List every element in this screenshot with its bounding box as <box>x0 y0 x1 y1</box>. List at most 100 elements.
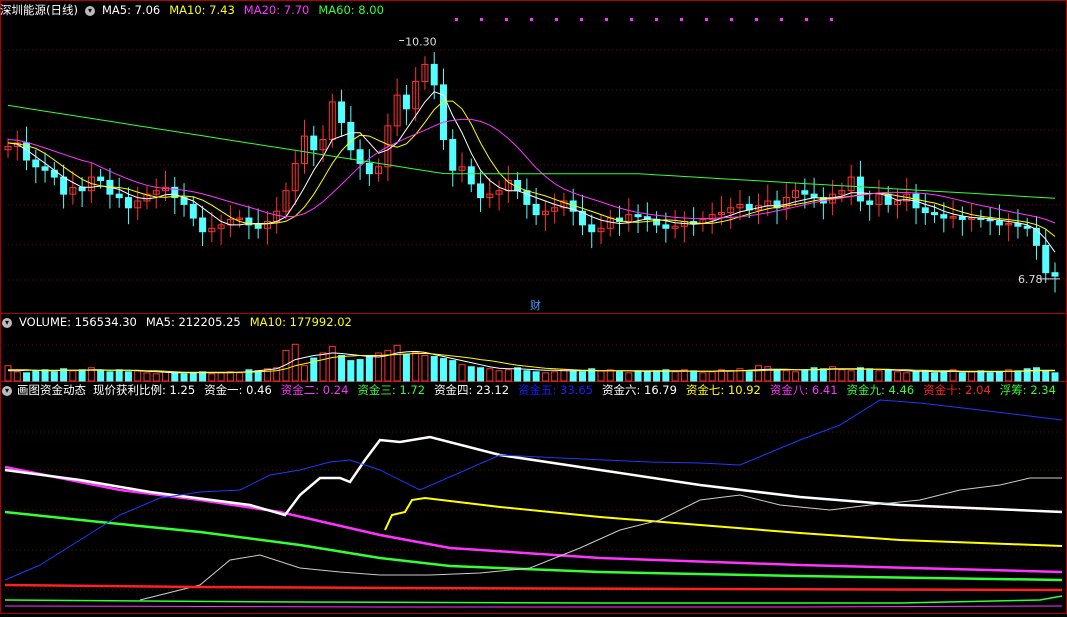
volume-bar <box>69 370 77 382</box>
volume-bar <box>792 371 800 382</box>
candle <box>810 193 818 199</box>
volume-bar <box>838 369 846 382</box>
chevron-down-icon[interactable]: ▾ <box>2 317 12 328</box>
volume-bar <box>1014 370 1022 382</box>
candle <box>1051 272 1059 277</box>
candle <box>1042 244 1050 274</box>
volume-bar <box>162 371 170 382</box>
candle <box>588 224 596 233</box>
volume-bar <box>356 359 364 382</box>
volume-bar <box>847 370 855 382</box>
volume-bar <box>931 372 939 382</box>
price-indicator-2: MA20: 7.70 <box>243 3 310 17</box>
fund-header: ▾ 画图资金动态 现价获利比例: 1.25 资金一: 0.46 资金二: 0.24 资金三… <box>0 382 1067 398</box>
fund-indicator-1: 资金一: 0.46 <box>204 383 272 397</box>
volume-bar <box>143 372 151 382</box>
candle <box>866 200 874 205</box>
fund-line-yellow <box>384 496 1063 547</box>
signal-dot <box>605 18 608 21</box>
fund-indicator-6: 资金六: 16.79 <box>601 383 677 397</box>
volume-bar <box>977 370 985 382</box>
volume-bar <box>430 356 438 382</box>
volume-bar <box>903 372 911 382</box>
fund-indicator-5: 资金五: 33.65 <box>518 383 593 397</box>
signal-dot <box>755 18 758 21</box>
chart-canvas: 10.30 6.78 财 <box>0 0 1067 614</box>
volume-bar <box>893 371 901 382</box>
candle <box>662 224 670 229</box>
volume-bar <box>23 372 31 382</box>
volume-bar <box>912 371 920 382</box>
volume-bar <box>171 372 179 382</box>
volume-bar <box>597 370 605 382</box>
fund-indicator-3: 资金三: 1.72 <box>357 383 426 397</box>
signal-dot <box>655 18 658 21</box>
volume-bar <box>124 371 132 382</box>
volume-bar <box>541 372 549 382</box>
candle <box>1014 223 1022 227</box>
chevron-down-icon[interactable]: ▾ <box>84 5 95 16</box>
volume-bar <box>32 370 40 382</box>
volume-bar <box>13 371 21 382</box>
candle <box>940 214 948 219</box>
volume-bar <box>291 343 299 382</box>
volume-bar <box>477 367 485 382</box>
volume-indicator-1: MA5: 212205.25 <box>145 315 241 329</box>
fund-indicator-4: 资金四: 23.12 <box>434 383 510 397</box>
volume-bar <box>106 371 114 382</box>
volume-bar <box>616 371 624 382</box>
candle <box>477 183 485 199</box>
volume-bar <box>560 369 568 382</box>
volume-indicator-0: VOLUME: 156534.30 <box>19 315 137 329</box>
candle <box>449 139 457 171</box>
volume-bar <box>1032 367 1040 382</box>
candle <box>1032 227 1040 246</box>
volume-bar <box>208 373 216 382</box>
volume-bar <box>653 370 661 382</box>
volume-indicator-2: MA10: 177992.02 <box>249 315 352 329</box>
fund-indicator-0: 现价获利比例: 1.25 <box>93 383 196 397</box>
volume-bar <box>495 370 503 382</box>
low-price-label: 6.78 <box>1018 273 1043 286</box>
candle <box>856 176 864 202</box>
volume-bar <box>41 369 49 382</box>
volume-bar <box>263 368 271 382</box>
candle <box>356 149 364 164</box>
candle <box>986 218 994 222</box>
signal-dot <box>555 18 558 21</box>
volume-bar <box>458 364 466 382</box>
volume-bar <box>338 355 346 382</box>
candle <box>97 176 105 181</box>
signal-dot <box>805 18 808 21</box>
volume-bar <box>486 368 494 382</box>
volume-bar <box>884 369 892 382</box>
price-indicator-1: MA10: 7.43 <box>169 3 235 17</box>
fund-indicator-10: 资金十: 2.04 <box>923 383 991 397</box>
volume-bar <box>180 373 188 382</box>
candle <box>338 101 346 123</box>
volume-bar <box>50 371 58 382</box>
signal-dot <box>780 18 783 21</box>
candle <box>1023 225 1031 229</box>
volume-bar <box>347 360 355 382</box>
signal-dot <box>505 18 508 21</box>
volume-bar <box>236 372 244 382</box>
price-header: 深圳能源(日线) ▾ MA5: 7.06 MA10: 7.43 MA20: 7.70 MA… <box>0 2 396 18</box>
volume-bar <box>152 373 160 382</box>
fund-indicator-2: 资金二: 0.24 <box>280 383 349 397</box>
candle <box>467 166 475 185</box>
volume-bar <box>365 356 373 382</box>
volume-bar <box>578 371 586 382</box>
volume-bar <box>4 365 12 382</box>
fund-indicator-9: 资金九: 4.46 <box>846 383 915 397</box>
indicator-title: 画图资金动态 <box>17 383 86 397</box>
candle <box>801 190 809 195</box>
signal-dot <box>705 18 708 21</box>
volume-bar <box>393 344 401 382</box>
volume-bar <box>625 372 633 382</box>
candle <box>115 193 123 199</box>
chevron-down-icon[interactable]: ▾ <box>2 385 12 396</box>
signal-dot <box>530 18 533 21</box>
price-indicator-3: MA60: 8.00 <box>318 3 384 17</box>
candle <box>78 186 86 192</box>
